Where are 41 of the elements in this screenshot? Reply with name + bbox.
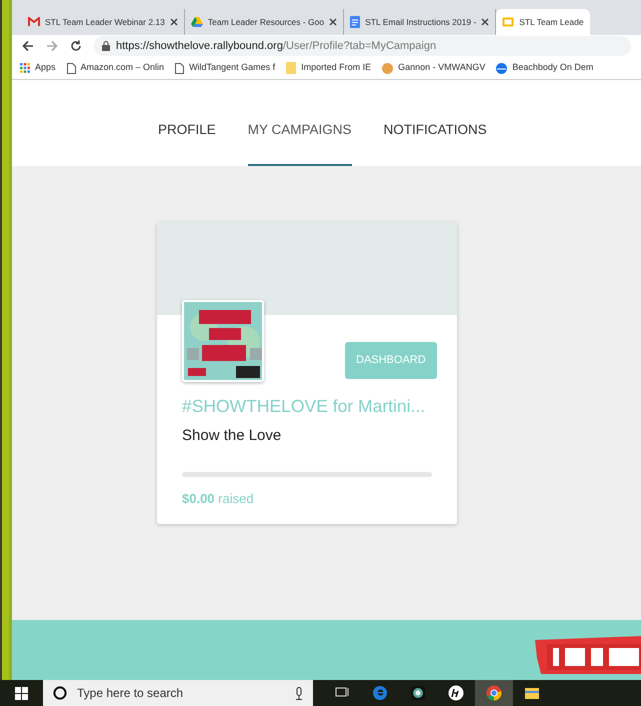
mail-icon <box>28 17 40 27</box>
bookmark[interactable]: Apps <box>20 61 56 75</box>
bookmark[interactable]: WildTangent Games f <box>175 61 276 75</box>
browser-tab[interactable]: STL Team Leade <box>496 9 590 35</box>
bookmark[interactable]: Gannon - VMWANGV <box>382 61 486 75</box>
tab-title: STL Team Leader Webinar 2.13 <box>45 16 165 28</box>
search-box[interactable]: Type here to search <box>43 680 313 706</box>
close-icon[interactable] <box>170 18 178 26</box>
slides-icon <box>502 17 514 27</box>
tab-title: Team Leader Resources - Goo <box>208 16 324 28</box>
camera-icon <box>410 685 426 701</box>
tab-title: STL Team Leade <box>519 16 584 28</box>
amount-raised: $0.00 raised <box>182 490 255 508</box>
bookmark[interactable]: Beachbody On Dem <box>496 61 594 75</box>
chrome-icon <box>486 685 502 701</box>
tab-title: STL Email Instructions 2019 - <box>365 16 476 28</box>
reload-icon[interactable] <box>70 40 82 52</box>
lock-icon <box>102 41 110 51</box>
hp-icon <box>448 685 464 701</box>
page-icon <box>66 62 76 74</box>
apps-grid-icon <box>20 63 30 73</box>
close-icon[interactable] <box>481 18 490 26</box>
bookmark[interactable]: Imported From IE <box>286 61 372 75</box>
nav-tab[interactable]: NOTIFICATIONS <box>384 120 487 166</box>
back-icon[interactable] <box>22 40 34 52</box>
triangle-icon <box>190 17 203 27</box>
microphone-icon[interactable] <box>295 686 303 700</box>
bookmark[interactable]: Amazon.com – Onlin <box>66 61 164 75</box>
document-icon <box>350 16 360 28</box>
search-icon <box>53 686 67 700</box>
page-icon <box>175 62 184 74</box>
edge-icon <box>372 685 388 701</box>
circle-badge-icon <box>382 62 394 74</box>
globe-icon <box>496 62 508 74</box>
windows-icon <box>15 686 28 700</box>
folder-icon <box>524 685 540 701</box>
address-bar[interactable]: https://showthelove.rallybound.org/User/Profile?tab=MyCampaign <box>94 36 631 56</box>
bookmark-folder-icon <box>286 62 296 74</box>
campaign-subtitle: Show the Love <box>182 426 282 446</box>
close-icon[interactable] <box>329 18 338 26</box>
nav-tab[interactable]: PROFILE <box>158 120 216 166</box>
